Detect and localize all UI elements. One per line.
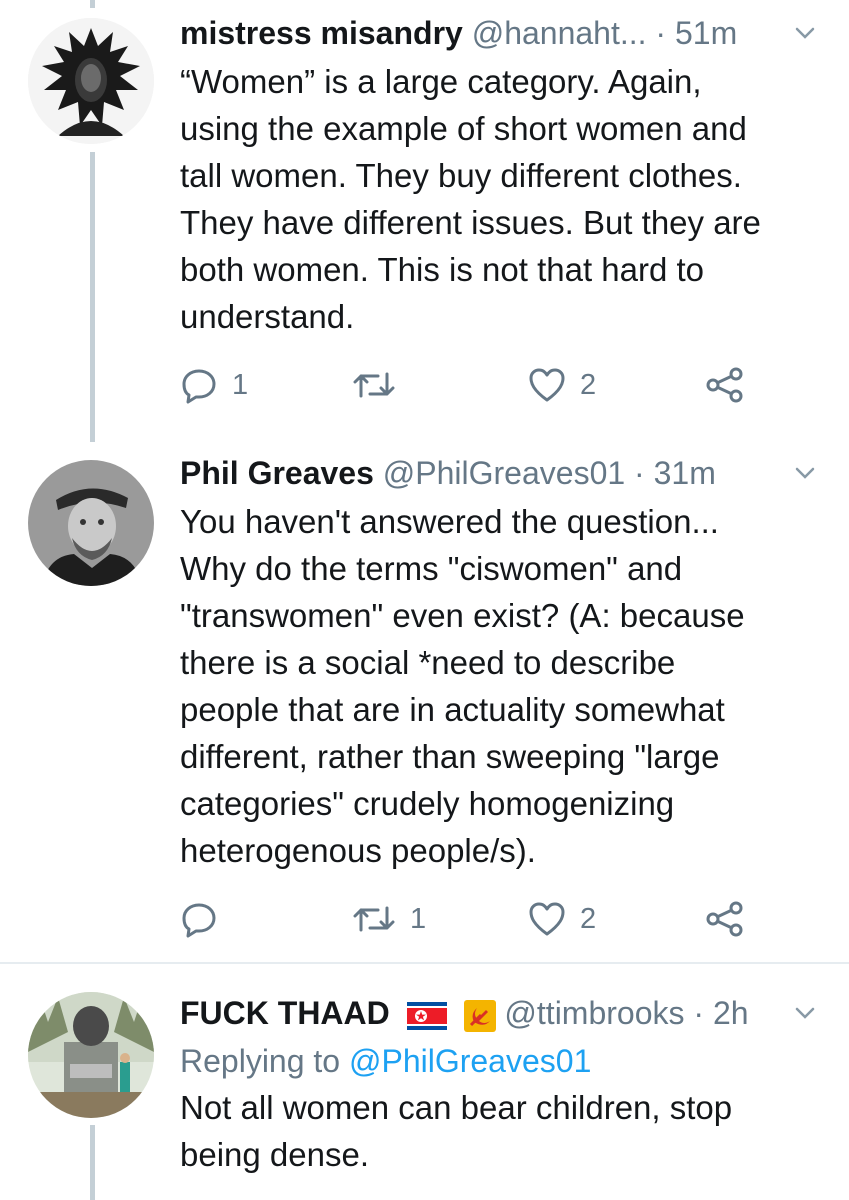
avatar[interactable] — [28, 18, 154, 144]
hammer-and-sickle-icon — [463, 999, 496, 1032]
share-button[interactable] — [704, 894, 746, 944]
reply-count: 1 — [232, 368, 249, 401]
tweet-1[interactable]: mistress misandry @hannaht... · 51m “Wom… — [0, 0, 849, 440]
timestamp[interactable]: 51m — [675, 15, 737, 51]
user-handle[interactable]: @hannaht... — [472, 15, 647, 51]
display-name[interactable]: Phil Greaves — [180, 455, 374, 491]
reply-icon — [182, 903, 216, 938]
display-name[interactable]: FUCK THAAD — [180, 995, 390, 1031]
timestamp[interactable]: 2h — [713, 995, 749, 1031]
mention-link[interactable]: @PhilGreaves01 — [349, 1043, 591, 1079]
replying-prefix: Replying to — [180, 1043, 341, 1079]
heart-icon — [529, 368, 565, 402]
user-handle[interactable]: @PhilGreaves01 — [383, 455, 625, 491]
north-korea-flag-icon — [406, 1001, 447, 1030]
avatar[interactable] — [28, 460, 154, 586]
like-button[interactable]: 2 — [528, 360, 596, 410]
chevron-down-icon[interactable] — [790, 8, 820, 58]
separator: · — [634, 455, 645, 491]
tweet-text: “Women” is a large category. Again, usin… — [180, 63, 761, 335]
like-count: 2 — [580, 902, 597, 935]
share-button[interactable] — [704, 360, 746, 410]
reply-button[interactable] — [180, 894, 232, 944]
like-button[interactable]: 2 — [528, 894, 596, 944]
reply-button[interactable]: 1 — [180, 360, 248, 410]
retweet-button[interactable] — [352, 360, 410, 410]
heart-icon — [529, 902, 565, 936]
retweet-icon — [353, 906, 395, 932]
timestamp[interactable]: 31m — [654, 455, 716, 491]
tweet-header: FUCK THAAD @ttimbrooks · 2h — [180, 988, 820, 1038]
tweet-2[interactable]: Phil Greaves @PhilGreaves01 · 31m You ha… — [0, 448, 849, 960]
retweet-count: 1 — [410, 902, 427, 935]
avatar[interactable] — [28, 992, 154, 1118]
action-bar: 1 2 — [180, 894, 820, 944]
retweet-icon — [353, 372, 395, 398]
display-name[interactable]: mistress misandry — [180, 15, 463, 51]
user-handle[interactable]: @ttimbrooks — [504, 995, 684, 1031]
retweet-button[interactable]: 1 — [352, 894, 426, 944]
chevron-down-icon[interactable] — [790, 448, 820, 498]
tweet-3[interactable]: FUCK THAAD @ttimbrooks · 2h Replying to — [0, 986, 849, 1200]
separator: · — [655, 15, 667, 51]
action-bar: 1 2 — [180, 360, 820, 410]
tweet-text: Not all women can bear children, stop be… — [180, 1089, 733, 1173]
like-count: 2 — [580, 368, 597, 401]
tweet-text: You haven't answered the question... Why… — [180, 503, 745, 869]
reply-icon — [182, 369, 216, 404]
tweet-header: Phil Greaves @PhilGreaves01 · 31m — [180, 448, 820, 498]
share-icon — [706, 367, 743, 403]
separator: · — [693, 995, 705, 1031]
chevron-down-icon[interactable] — [790, 988, 820, 1038]
tweet-header: mistress misandry @hannaht... · 51m — [180, 8, 820, 58]
replying-to: Replying to @PhilGreaves01 — [180, 1038, 820, 1084]
divider — [0, 962, 849, 964]
share-icon — [706, 901, 743, 937]
